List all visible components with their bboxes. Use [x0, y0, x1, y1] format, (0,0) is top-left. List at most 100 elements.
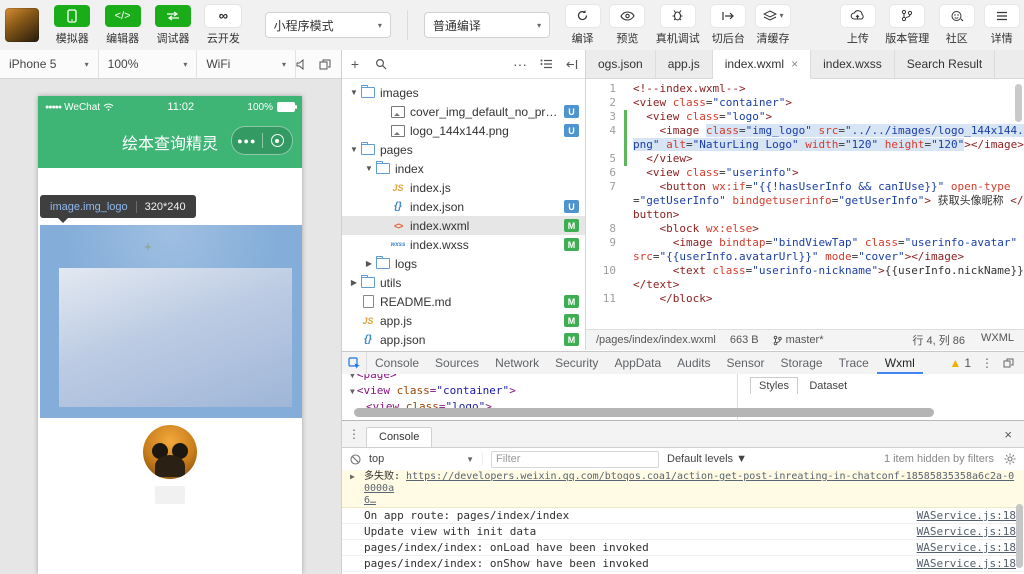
tree-item-app.js[interactable]: JS app.js M [342, 311, 585, 330]
tree-item-index[interactable]: ▼ index [342, 159, 585, 178]
source-link[interactable]: WAService.js:18 [907, 508, 1016, 523]
code-area[interactable]: 1 <!--index.wxml--> 2 <view class="containe… [586, 78, 1024, 330]
tab-styles[interactable]: Styles [750, 377, 798, 394]
devtools-tab-sources[interactable]: Sources [427, 352, 487, 374]
cursor-position[interactable]: 行 4, 列 86 [912, 332, 965, 348]
close-tab-icon[interactable]: × [791, 57, 798, 71]
devtools-tab-storage[interactable]: Storage [773, 352, 831, 374]
tree-item-cover_img_default_no_projection.png[interactable]: cover_img_default_no_projection.pngU [342, 102, 585, 121]
debugger-button[interactable]: 调试器 [148, 4, 198, 46]
user-avatar[interactable] [5, 8, 39, 42]
devtools-tab-trace[interactable]: Trace [831, 352, 877, 374]
source-link[interactable]: WAService.js:18 [907, 524, 1016, 539]
editor-button[interactable]: </> 编辑器 [97, 4, 147, 46]
zoom-select[interactable]: 100% ▾ [99, 50, 198, 78]
filter-input[interactable] [491, 450, 659, 468]
simulator-button[interactable]: 模拟器 [47, 4, 97, 46]
devtools-tab-appdata[interactable]: AppData [606, 352, 669, 374]
home-target-icon[interactable] [263, 134, 293, 147]
gear-icon[interactable] [1004, 453, 1016, 465]
device-select[interactable]: iPhone 5 ▾ [0, 50, 99, 78]
tree-item-utils[interactable]: ▶ utils [342, 273, 585, 292]
tree-item-index.wxss[interactable]: wxss index.wxss M [342, 235, 585, 254]
tree-item-index.js[interactable]: JS index.js [342, 178, 585, 197]
file-label: utils [380, 275, 402, 290]
devtools-tab-audits[interactable]: Audits [669, 352, 718, 374]
editor-tab-Search Result[interactable]: Search Result [895, 50, 996, 78]
tree-item-images[interactable]: ▼ images [342, 83, 585, 102]
levels-select[interactable]: Default levels ▼ [667, 453, 747, 465]
popout-window-icon[interactable] [319, 59, 331, 70]
kebab-menu-icon[interactable]: ⋮ [981, 356, 993, 370]
tree-item-index.json[interactable]: {} index.json U [342, 197, 585, 216]
devtools-tab-console[interactable]: Console [367, 352, 427, 374]
compile-mode-select[interactable]: 普通编译 ▾ [423, 12, 551, 38]
highlighted-image-element[interactable]: + [40, 225, 302, 418]
new-file-icon[interactable]: + [342, 56, 368, 72]
simulator-toolbar: iPhone 5 ▾ 100% ▾ WiFi ▾ [0, 50, 341, 79]
compile-button[interactable]: 编译 [560, 4, 605, 46]
network-select[interactable]: WiFi ▾ [197, 50, 297, 78]
context-select[interactable]: top ▼ [369, 453, 483, 465]
editor-tab-app.js[interactable]: app.js [656, 50, 713, 78]
devtools-tab-sensor[interactable]: Sensor [719, 352, 773, 374]
source-link[interactable]: WAService.js:18 [907, 540, 1016, 555]
editor-scrollbar[interactable] [1015, 84, 1022, 122]
file-label: index [395, 161, 424, 176]
sort-list-icon[interactable] [533, 59, 559, 69]
cloud-dev-button[interactable]: ∞ 云开发 [198, 4, 248, 46]
speaker-icon[interactable] [296, 58, 307, 70]
tree-item-README.md[interactable]: README.md M [342, 292, 585, 311]
details-button[interactable]: 详情 [979, 4, 1024, 46]
tree-item-index.wxml[interactable]: <> index.wxml M [342, 216, 585, 235]
version-manage-button[interactable]: 版本管理 [880, 4, 934, 46]
warning-count[interactable]: ▲ 1 [949, 356, 971, 370]
horizontal-scrollbar[interactable] [354, 408, 934, 417]
upload-button[interactable]: 上传 [835, 4, 880, 46]
userinfo-avatar[interactable] [143, 425, 197, 479]
phone-screen[interactable]: ●●●●● WeChat 11:02 100% 绘本查询精灵 ●●● image… [38, 96, 302, 574]
language-mode[interactable]: WXML [981, 332, 1014, 348]
tree-expand-icon: ▼ [365, 164, 373, 173]
battery-icon [277, 102, 297, 112]
wxml-node[interactable]: ▼ <page> [350, 374, 744, 383]
tree-item-app.json[interactable]: {} app.json M [342, 330, 585, 349]
tree-item-pages[interactable]: ▼ pages [342, 140, 585, 159]
devtools-tab-security[interactable]: Security [547, 352, 606, 374]
devtools-tab-network[interactable]: Network [487, 352, 547, 374]
wxml-node[interactable]: ▼ <view class="container"> [350, 383, 744, 399]
more-dots-icon[interactable]: ●●● [232, 136, 262, 146]
expand-icon[interactable]: ▶ [350, 471, 355, 483]
editor-tab-index.wxss[interactable]: index.wxss [811, 50, 895, 78]
clear-console-icon[interactable] [350, 453, 361, 465]
chevron-down-icon: ▾ [183, 59, 188, 69]
device-debug-button[interactable]: 真机调试 [650, 4, 706, 46]
source-link[interactable]: WAService.js:18 [907, 556, 1016, 571]
explorer-toolbar: + ··· [342, 50, 585, 79]
warning-link[interactable]: https://developers.weixin.qq.com/btoqos.… [364, 471, 1014, 494]
search-icon[interactable] [368, 58, 394, 70]
code-text: <text class="userinfo-nickname">{{userIn… [633, 264, 1024, 291]
devtools-tab-wxml[interactable]: Wxml [877, 352, 923, 374]
kebab-menu-icon[interactable]: ⋮ [342, 427, 366, 441]
console-scrollbar[interactable] [1016, 504, 1023, 568]
clear-cache-button[interactable]: ▾ 清缓存 [751, 4, 796, 46]
inspect-element-icon[interactable] [342, 352, 367, 374]
tree-item-logs[interactable]: ▶ logs [342, 254, 585, 273]
mode-select[interactable]: 小程序模式 ▾ [264, 12, 391, 38]
preview-button[interactable]: 预览 [605, 4, 650, 46]
dock-icon[interactable] [1003, 358, 1014, 368]
tree-item-logo_144x144.png[interactable]: logo_144x144.png U [342, 121, 585, 140]
tab-dataset[interactable]: Dataset [801, 378, 855, 394]
close-icon[interactable]: × [992, 427, 1024, 442]
collapse-panel-icon[interactable] [559, 59, 585, 70]
more-icon[interactable]: ··· [507, 56, 533, 72]
console-tab[interactable]: Console [366, 427, 433, 447]
console-warning-row[interactable]: ▶ 多失败: https://developers.weixin.qq.com/b… [342, 470, 1024, 508]
git-branch[interactable]: master* [773, 334, 824, 346]
editor-tab-index.wxml[interactable]: index.wxml × [712, 50, 812, 79]
switch-background-button[interactable]: 切后台 [706, 4, 751, 46]
editor-tab-ogs.json[interactable]: ogs.json [586, 50, 656, 78]
community-button[interactable]: 社区 [934, 4, 979, 46]
warning-link[interactable]: 6… [364, 495, 376, 506]
